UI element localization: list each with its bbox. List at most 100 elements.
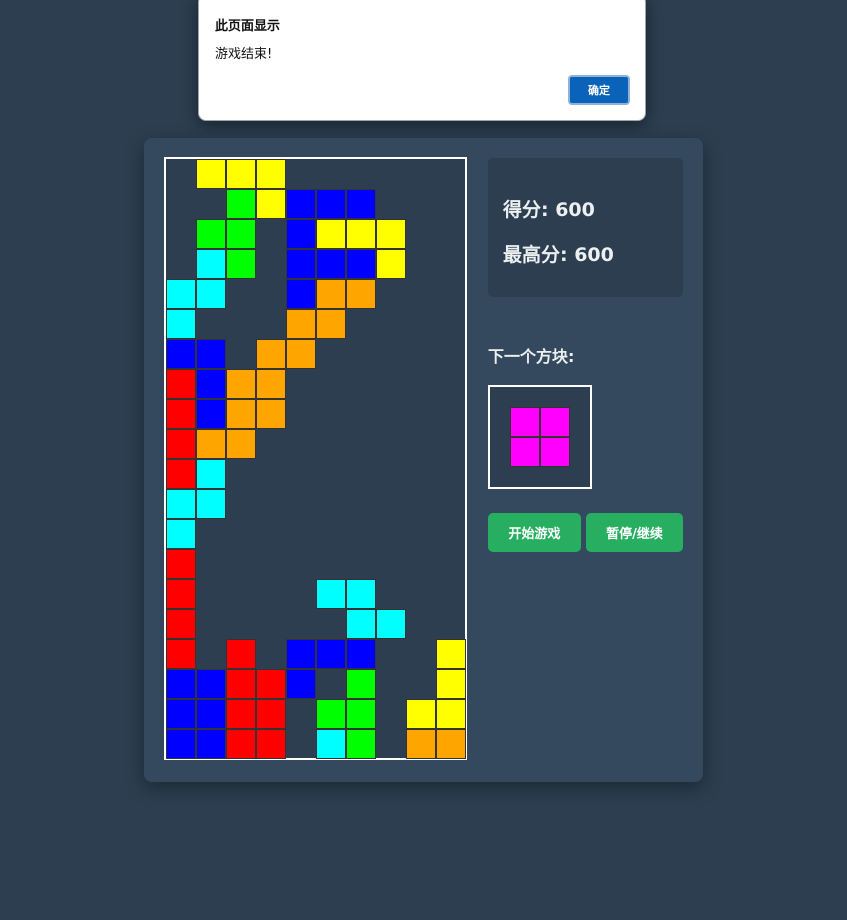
board-block: [196, 699, 226, 729]
board-block: [286, 279, 316, 309]
board-block: [316, 279, 346, 309]
board-block: [346, 639, 376, 669]
board-block: [286, 189, 316, 219]
board-block: [166, 459, 196, 489]
board-block: [316, 579, 346, 609]
alert-message: 游戏结束!: [215, 47, 273, 62]
board-block: [166, 669, 196, 699]
board-block: [226, 669, 256, 699]
start-game-button[interactable]: 开始游戏: [488, 513, 581, 552]
next-piece-preview: [488, 385, 592, 489]
next-piece-block: [540, 407, 570, 437]
board-block: [196, 219, 226, 249]
next-piece-block: [510, 407, 540, 437]
board-block: [226, 699, 256, 729]
board-block: [196, 459, 226, 489]
board-block: [376, 609, 406, 639]
board-block: [346, 279, 376, 309]
pause-resume-button[interactable]: 暂停/继续: [586, 513, 683, 552]
alert-dialog: 此页面显示 游戏结束! 确定: [198, 0, 646, 121]
board-block: [376, 219, 406, 249]
board-block: [196, 249, 226, 279]
board-block: [346, 189, 376, 219]
board-block: [196, 399, 226, 429]
board-block: [316, 249, 346, 279]
board-block: [196, 429, 226, 459]
board-block: [166, 339, 196, 369]
board-block: [316, 189, 346, 219]
board-block: [166, 489, 196, 519]
board-block: [346, 579, 376, 609]
alert-title: 此页面显示: [215, 19, 281, 34]
board-block: [166, 399, 196, 429]
board-block: [196, 159, 226, 189]
board-block: [346, 219, 376, 249]
board-block: [226, 429, 256, 459]
board-block: [256, 159, 286, 189]
board-block: [166, 699, 196, 729]
board-block: [196, 729, 226, 759]
board-block: [166, 309, 196, 339]
board-block: [316, 309, 346, 339]
board-block: [406, 729, 436, 759]
board-block: [406, 699, 436, 729]
board-block: [286, 249, 316, 279]
board-block: [166, 549, 196, 579]
board-block: [346, 699, 376, 729]
board-block: [256, 189, 286, 219]
board-block: [376, 249, 406, 279]
board-block: [226, 219, 256, 249]
board-block: [286, 219, 316, 249]
board-block: [226, 639, 256, 669]
board-block: [316, 219, 346, 249]
high-score-text: 最高分: 600: [503, 244, 614, 266]
board-block: [316, 729, 346, 759]
board-block: [226, 369, 256, 399]
board-block: [226, 189, 256, 219]
board-block: [256, 339, 286, 369]
board-block: [256, 369, 286, 399]
board-block: [226, 249, 256, 279]
score-text: 得分: 600: [503, 199, 595, 221]
board-block: [166, 429, 196, 459]
board-block: [226, 159, 256, 189]
score-panel: 得分: 600 最高分: 600: [488, 158, 683, 297]
alert-ok-button[interactable]: 确定: [568, 75, 630, 105]
board-block: [256, 399, 286, 429]
board-block: [256, 699, 286, 729]
board-block: [346, 669, 376, 699]
board-block: [196, 489, 226, 519]
board-block: [166, 639, 196, 669]
board-block: [166, 369, 196, 399]
board-block: [166, 579, 196, 609]
board-block: [226, 729, 256, 759]
board-block: [286, 309, 316, 339]
next-piece-label: 下一个方块:: [488, 347, 575, 366]
board-block: [166, 279, 196, 309]
game-container: 得分: 600 最高分: 600 下一个方块: 开始游戏 暂停/继续: [144, 138, 703, 782]
board-block: [436, 669, 466, 699]
board-block: [436, 729, 466, 759]
board-block: [436, 699, 466, 729]
board-block: [346, 249, 376, 279]
board-block: [316, 639, 346, 669]
next-piece-block: [510, 437, 540, 467]
board-block: [196, 369, 226, 399]
board-block: [196, 339, 226, 369]
board-block: [196, 669, 226, 699]
game-board: [164, 157, 467, 760]
board-block: [286, 669, 316, 699]
board-block: [166, 519, 196, 549]
board-block: [166, 729, 196, 759]
board-block: [346, 729, 376, 759]
board-block: [436, 639, 466, 669]
next-piece-block: [540, 437, 570, 467]
board-block: [196, 279, 226, 309]
board-block: [226, 399, 256, 429]
board-block: [316, 699, 346, 729]
board-block: [286, 339, 316, 369]
board-block: [286, 639, 316, 669]
board-block: [256, 729, 286, 759]
board-block: [346, 609, 376, 639]
board-block: [256, 669, 286, 699]
